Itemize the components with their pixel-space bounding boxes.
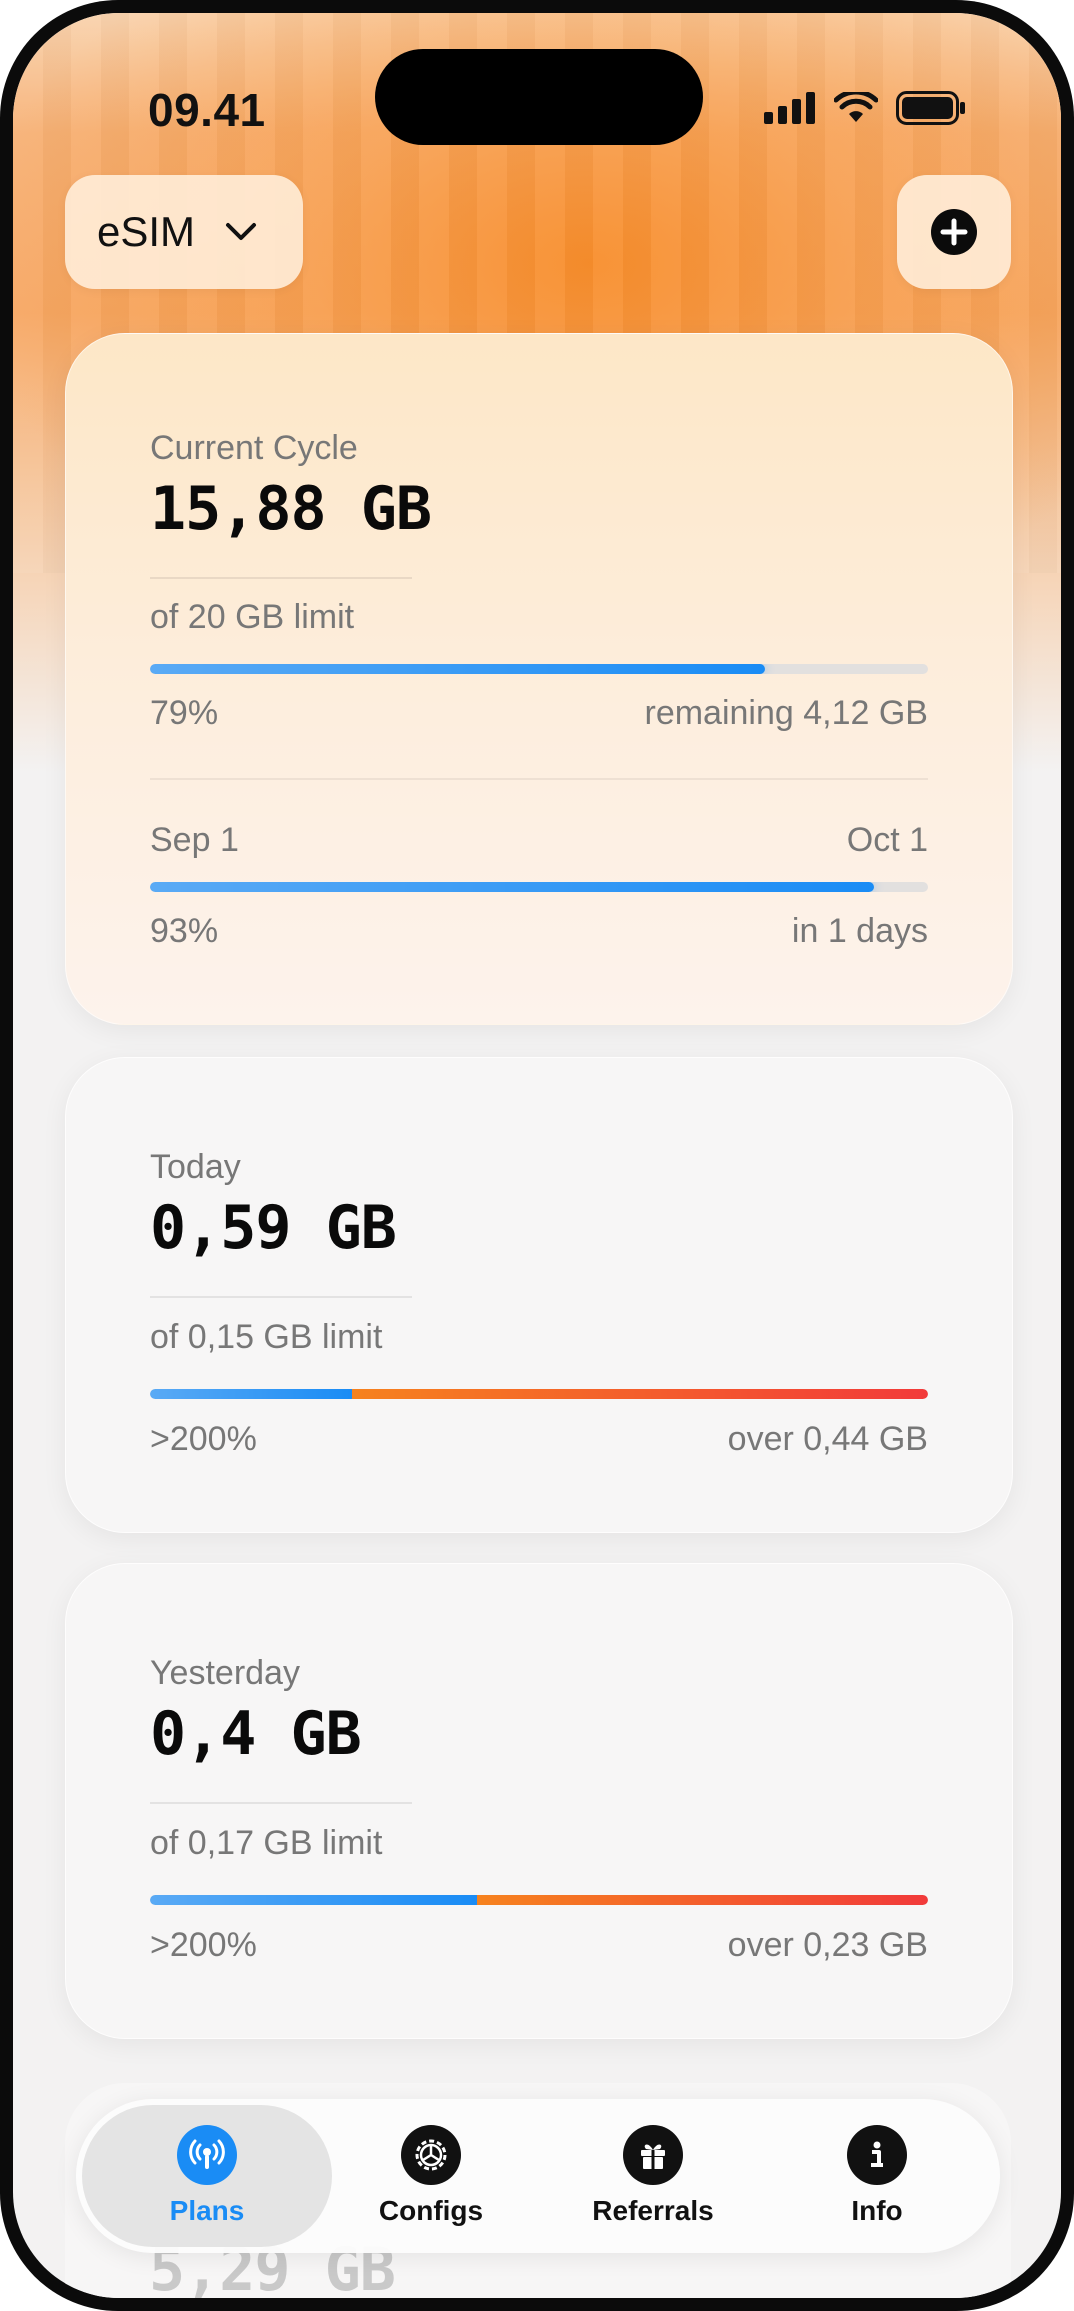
chevron-down-icon <box>226 223 257 240</box>
over-limit-text: over 0,44 GB <box>727 1420 928 1458</box>
plus-circle-icon <box>931 209 977 255</box>
screen: 09.41 eSIM Current Cycle 15,88 GB of 20 … <box>13 13 1061 2298</box>
usage-progress-bar <box>150 1895 928 1905</box>
gift-icon <box>623 2125 683 2185</box>
cycle-end-date: Oct 1 <box>846 821 928 859</box>
usage-progress-bar <box>150 664 928 674</box>
sim-selector-label: eSIM <box>97 208 196 255</box>
gear-icon <box>401 2125 461 2185</box>
over-limit-text: over 0,23 GB <box>727 1926 928 1964</box>
cycle-progress-bar <box>150 882 928 892</box>
card-title: Current Cycle <box>150 429 358 467</box>
antenna-icon <box>177 2125 237 2185</box>
battery-icon <box>896 91 965 125</box>
days-left-text: in 1 days <box>791 912 928 950</box>
within-limit-segment <box>150 1895 477 1905</box>
tab-referrals[interactable]: Referrals <box>528 2105 778 2247</box>
within-limit-segment <box>150 1389 353 1399</box>
remaining-text: remaining 4,12 GB <box>644 694 929 732</box>
usage-progress-bar <box>150 1389 928 1399</box>
divider <box>150 577 412 579</box>
usage-percent: >200% <box>150 1926 257 1964</box>
tab-bar: Plans Configs Referrals Info <box>76 2099 1000 2253</box>
usage-progress-fill <box>150 664 765 674</box>
tab-configs[interactable]: Configs <box>306 2105 556 2247</box>
divider <box>150 1802 412 1804</box>
status-time: 09.41 <box>148 84 266 136</box>
limit-text: of 0,15 GB limit <box>150 1318 383 1356</box>
tab-label: Plans <box>169 2195 245 2226</box>
tab-label: Referrals <box>592 2195 714 2226</box>
divider <box>150 778 928 780</box>
sim-selector-dropdown[interactable]: eSIM <box>65 175 303 289</box>
today-card: Today 0,59 GB of 0,15 GB limit >200% ove… <box>65 1057 1013 1533</box>
over-limit-segment <box>352 1389 928 1399</box>
cycle-start-date: Sep 1 <box>150 821 239 859</box>
usage-value: 15,88 GB <box>150 474 432 544</box>
yesterday-card: Yesterday 0,4 GB of 0,17 GB limit >200% … <box>65 1563 1013 2039</box>
limit-text: of 20 GB limit <box>150 598 355 636</box>
cycle-percent: 93% <box>150 912 219 950</box>
wifi-icon <box>834 92 878 122</box>
cycle-progress-fill <box>150 882 874 892</box>
limit-text: of 0,17 GB limit <box>150 1824 383 1862</box>
usage-percent: >200% <box>150 1420 257 1458</box>
tab-plans[interactable]: Plans <box>82 2105 332 2247</box>
card-title: Yesterday <box>150 1654 300 1692</box>
tab-info[interactable]: Info <box>752 2105 1002 2247</box>
tab-label: Info <box>851 2195 903 2226</box>
info-icon <box>847 2125 907 2185</box>
current-cycle-card: Current Cycle 15,88 GB of 20 GB limit 79… <box>65 333 1013 1025</box>
over-limit-segment <box>476 1895 928 1905</box>
dynamic-island <box>375 49 703 145</box>
card-title: Today <box>150 1148 241 1186</box>
phone-frame: 09.41 eSIM Current Cycle 15,88 GB of 20 … <box>0 0 1074 2311</box>
status-icons <box>764 91 966 125</box>
usage-value: 0,4 GB <box>150 1699 362 1769</box>
add-button[interactable] <box>897 175 1011 289</box>
usage-value: 0,59 GB <box>150 1193 397 1263</box>
cellular-signal-icon <box>764 92 815 124</box>
tab-label: Configs <box>378 2195 484 2226</box>
usage-percent: 79% <box>150 694 219 732</box>
divider <box>150 1296 412 1298</box>
